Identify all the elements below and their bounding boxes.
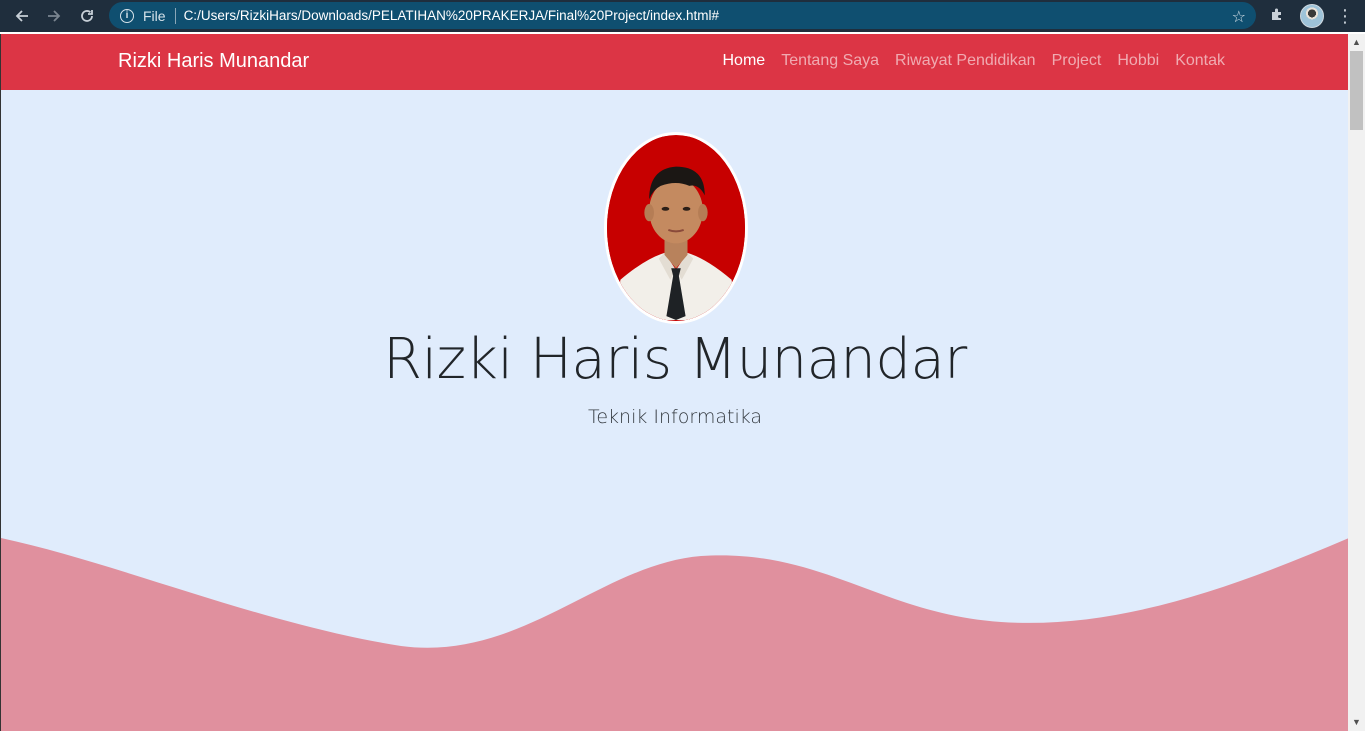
forward-arrow-icon[interactable] bbox=[38, 0, 70, 32]
scroll-thumb[interactable] bbox=[1350, 51, 1363, 130]
decorative-wave bbox=[1, 538, 1348, 731]
profile-avatar[interactable] bbox=[1300, 4, 1324, 28]
browser-toolbar: i File C:/Users/RizkiHars/Downloads/PELA… bbox=[0, 0, 1365, 32]
reload-icon[interactable] bbox=[71, 0, 103, 32]
page-viewport: Rizki Haris Munandar Home Tentang Saya R… bbox=[0, 34, 1348, 731]
nav-link-hobbi[interactable]: Hobbi bbox=[1117, 52, 1159, 70]
nav-link-home[interactable]: Home bbox=[723, 52, 766, 70]
back-arrow-icon[interactable] bbox=[6, 0, 38, 32]
omnibox-separator bbox=[174, 7, 176, 24]
nav-link-kontak[interactable]: Kontak bbox=[1175, 52, 1225, 70]
hero-name: Rizki Haris Munandar bbox=[383, 327, 967, 392]
page-scrollbar[interactable]: ▲ ▼ bbox=[1348, 34, 1365, 731]
menu-dots-icon[interactable]: ⋮ bbox=[1336, 6, 1354, 26]
nav-link-tentang-saya[interactable]: Tentang Saya bbox=[781, 52, 879, 70]
address-bar[interactable]: i File C:/Users/RizkiHars/Downloads/PELA… bbox=[109, 2, 1256, 29]
url-text[interactable]: C:/Users/RizkiHars/Downloads/PELATIHAN%2… bbox=[184, 8, 719, 23]
hero-subtitle: Teknik Informatika bbox=[587, 406, 763, 428]
extensions-icon[interactable] bbox=[1269, 6, 1289, 26]
navbar-brand[interactable]: Rizki Haris Munandar bbox=[118, 50, 309, 73]
nav-link-riwayat-pendidikan[interactable]: Riwayat Pendidikan bbox=[895, 52, 1036, 70]
nav-links: Home Tentang Saya Riwayat Pendidikan Pro… bbox=[723, 52, 1226, 70]
portrait-illustration bbox=[607, 136, 745, 320]
profile-photo bbox=[604, 132, 748, 324]
site-navbar: Rizki Haris Munandar Home Tentang Saya R… bbox=[1, 34, 1348, 90]
star-icon[interactable]: ☆ bbox=[1232, 7, 1246, 27]
scroll-up-arrow-icon[interactable]: ▲ bbox=[1348, 34, 1365, 51]
nav-link-project[interactable]: Project bbox=[1052, 52, 1102, 70]
file-scheme-label: File bbox=[143, 7, 166, 24]
info-icon[interactable]: i bbox=[120, 8, 134, 23]
scroll-down-arrow-icon[interactable]: ▼ bbox=[1348, 714, 1365, 731]
